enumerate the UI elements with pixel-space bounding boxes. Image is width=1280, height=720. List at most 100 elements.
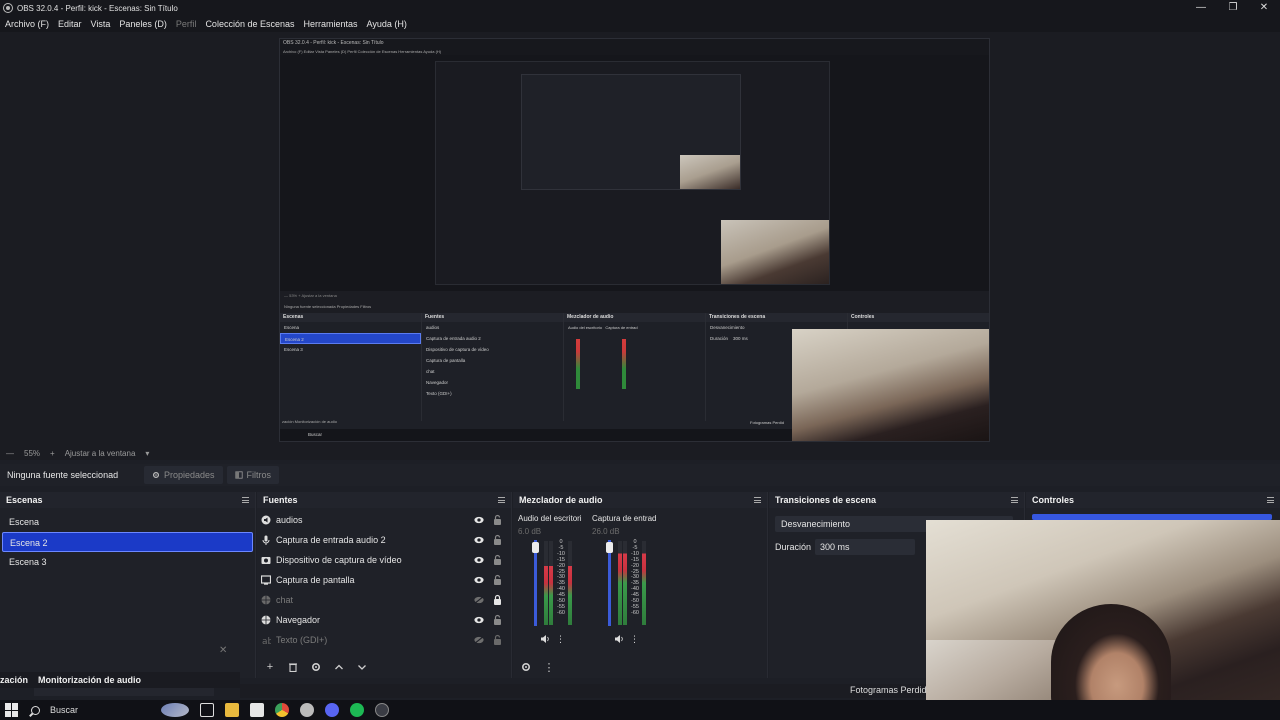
settings-icon[interactable] xyxy=(300,703,314,717)
more-options-icon[interactable]: ⋮ xyxy=(630,634,640,644)
duration-input[interactable]: 300 ms xyxy=(815,539,915,555)
source-item[interactable]: Captura de entrada audio 2 xyxy=(257,530,511,550)
scenes-dock: Escenas Escena Escena 2 Escena 3 xyxy=(0,492,256,678)
taskbar-search[interactable]: Buscar xyxy=(31,705,161,715)
chrome-icon[interactable] xyxy=(275,703,289,717)
task-view-icon[interactable] xyxy=(200,703,214,717)
discord-icon[interactable] xyxy=(325,703,339,717)
deep-webcam xyxy=(680,155,740,189)
dock-menu-icon[interactable] xyxy=(1011,497,1018,503)
source-item[interactable]: chat xyxy=(257,590,511,610)
source-item[interactable]: Dispositivo de captura de vídeo xyxy=(257,550,511,570)
move-up-button[interactable] xyxy=(333,661,345,673)
mixer-channel: Audio del escritori 6.0 dB 0 -5 -10 -15 -20-… xyxy=(518,514,588,654)
camera-icon xyxy=(261,557,271,564)
dock-menu-icon[interactable] xyxy=(498,497,505,503)
chevron-down-icon xyxy=(358,665,366,670)
widgets-icon[interactable] xyxy=(161,703,189,717)
dock-menu-icon[interactable] xyxy=(242,497,249,503)
menu-perfil[interactable]: Perfil xyxy=(176,19,197,29)
volume-slider-knob[interactable] xyxy=(532,542,539,553)
eye-icon[interactable] xyxy=(474,535,484,545)
menu-paneles[interactable]: Paneles (D) xyxy=(119,19,167,29)
menu-editar[interactable]: Editar xyxy=(58,19,82,29)
source-item[interactable]: ab Texto (GDI+) xyxy=(257,630,511,650)
nested-source-row: chat xyxy=(426,369,435,374)
zoom-out-button[interactable]: — xyxy=(6,449,14,458)
menu-herramientas[interactable]: Herramientas xyxy=(304,19,358,29)
remove-source-button[interactable] xyxy=(287,661,299,673)
scene-item-selected[interactable]: Escena 2 xyxy=(2,532,253,552)
eye-hidden-icon[interactable] xyxy=(474,635,484,645)
scene-item[interactable]: Escena xyxy=(2,512,253,532)
monitor-left-tab[interactable]: zación xyxy=(0,675,28,685)
mixer-menu-button[interactable]: ⋮ xyxy=(543,661,555,674)
spotify-icon[interactable] xyxy=(350,703,364,717)
close-button[interactable]: ✕ xyxy=(1248,0,1280,16)
no-source-label: Ninguna fuente seleccionad xyxy=(7,470,119,480)
taskbar-search-label: Buscar xyxy=(50,705,79,715)
lock-icon[interactable] xyxy=(493,594,502,605)
nested-source-row: Captura de pantalla xyxy=(426,358,466,363)
unlock-icon[interactable] xyxy=(493,514,502,525)
monitor-tab[interactable]: Monitorización de audio xyxy=(38,675,141,685)
source-properties-button[interactable] xyxy=(310,661,322,673)
obs-taskbar-icon[interactable] xyxy=(375,703,389,717)
notepad-icon[interactable] xyxy=(250,703,264,717)
audio-monitoring-bar: zación Monitorización de audio xyxy=(0,672,240,688)
nested-mixer-ch1: Audio del escritorio xyxy=(568,325,603,330)
chevron-down-icon[interactable]: ▾ xyxy=(145,449,149,458)
scene-item[interactable]: Escena 3 xyxy=(2,552,253,572)
zoom-in-button[interactable]: + xyxy=(50,449,55,458)
advanced-audio-button[interactable] xyxy=(520,661,532,673)
menu-ayuda[interactable]: Ayuda (H) xyxy=(367,19,407,29)
context-bar: Ninguna fuente seleccionad Propiedades F… xyxy=(0,464,1280,486)
menu-archivo[interactable]: Archivo (F) xyxy=(5,19,49,29)
speaker-icon[interactable] xyxy=(614,634,624,644)
menu-coleccion-escenas[interactable]: Colección de Escenas xyxy=(205,19,294,29)
source-label: Captura de pantalla xyxy=(276,575,355,585)
maximize-button[interactable]: ❐ xyxy=(1217,0,1249,16)
transitions-header: Transiciones de escena xyxy=(769,492,1024,508)
move-down-button[interactable] xyxy=(356,661,368,673)
menu-bar: Archivo (F) Editar Vista Paneles (D) Per… xyxy=(0,16,1280,32)
eye-icon[interactable] xyxy=(474,615,484,625)
speaker-icon-glyph xyxy=(615,635,623,643)
eye-icon[interactable] xyxy=(474,555,484,565)
dock-menu-icon[interactable] xyxy=(754,497,761,503)
scenes-header: Escenas xyxy=(0,492,255,508)
mixer-channel: Captura de entrad 26.0 dB 0 -5 -10 -15 -20 -2… xyxy=(592,514,662,654)
unlock-icon[interactable] xyxy=(493,534,502,545)
eye-hidden-icon[interactable] xyxy=(474,595,484,605)
unlock-icon[interactable] xyxy=(493,634,502,645)
source-item[interactable]: Navegador xyxy=(257,610,511,630)
browser-icon xyxy=(261,615,271,625)
audio-meter xyxy=(618,541,622,625)
nested-menu: Archivo (F) Editar Vista Paneles (D) Per… xyxy=(280,48,989,55)
unlock-icon[interactable] xyxy=(493,554,502,565)
eye-icon[interactable] xyxy=(474,515,484,525)
close-icon[interactable]: ✕ xyxy=(219,645,227,656)
preview-canvas[interactable]: OBS 32.0.4 - Perfil: kick - Escenas: Sin… xyxy=(0,32,1280,446)
add-source-button[interactable]: + xyxy=(264,661,276,673)
file-explorer-icon[interactable] xyxy=(225,703,239,717)
source-item[interactable]: audios xyxy=(257,510,511,530)
menu-vista[interactable]: Vista xyxy=(91,19,111,29)
minimize-button[interactable]: — xyxy=(1185,0,1217,16)
unlock-icon[interactable] xyxy=(493,574,502,585)
eye-icon[interactable] xyxy=(474,575,484,585)
microphone-icon xyxy=(262,535,270,545)
properties-button[interactable]: Propiedades xyxy=(144,466,223,484)
speaker-icon[interactable] xyxy=(540,634,550,644)
source-item[interactable]: Captura de pantalla xyxy=(257,570,511,590)
unlock-icon[interactable] xyxy=(493,614,502,625)
windows-start-icon[interactable] xyxy=(5,703,19,717)
fit-window-dropdown[interactable]: Ajustar a la ventana xyxy=(65,449,136,458)
volume-slider-knob[interactable] xyxy=(606,542,613,553)
filters-button[interactable]: Filtros xyxy=(226,466,280,484)
source-label: Captura de entrada audio 2 xyxy=(276,535,386,545)
nested-meter xyxy=(622,339,626,389)
more-options-icon[interactable]: ⋮ xyxy=(556,634,566,644)
dock-menu-icon[interactable] xyxy=(1267,497,1274,503)
nested-source-row: Texto (GDI+) xyxy=(426,391,452,396)
